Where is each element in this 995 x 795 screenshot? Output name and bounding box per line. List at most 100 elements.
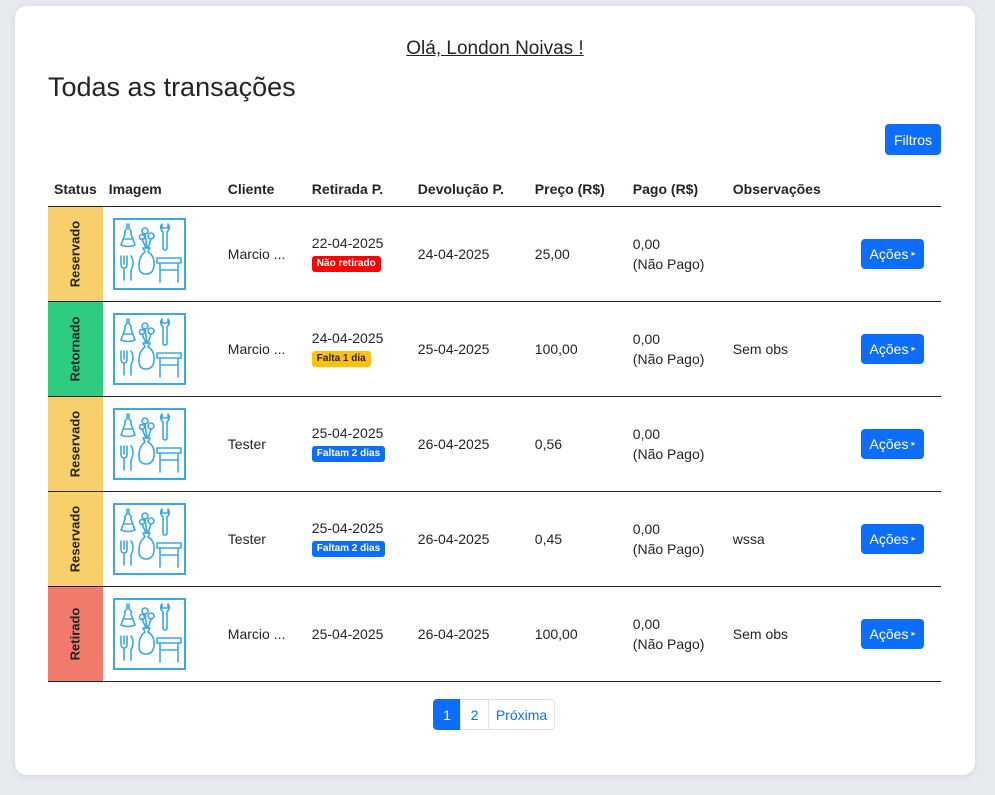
pickup-status-badge: Faltam 2 dias	[311, 541, 386, 557]
return-cell: 26-04-2025	[411, 396, 529, 492]
pickup-cell: 24-04-2025 Falta 1 dia	[305, 301, 412, 397]
table-row: Reservado Marcio ... 22-04-2025 Não retir…	[48, 206, 941, 302]
paid-amount: 0,00	[632, 520, 661, 537]
actions-button[interactable]: Ações ▸	[861, 428, 924, 459]
actions-label: Ações	[869, 435, 909, 452]
col-status: Status	[48, 173, 103, 207]
notes-cell	[726, 206, 837, 302]
status-cell: Reservado	[48, 396, 103, 492]
greeting-link[interactable]: Olá, London Noivas !	[15, 38, 975, 60]
status-cell: Retirado	[48, 586, 103, 682]
status-label: Retirado	[67, 607, 83, 660]
actions-cell: Ações ▸	[836, 491, 941, 587]
page-1-button[interactable]: 1	[433, 699, 461, 730]
return-cell: 24-04-2025	[411, 206, 529, 302]
col-price: Preço (R$)	[528, 173, 627, 207]
col-paid: Pago (R$)	[626, 173, 727, 207]
client-cell: Tester	[221, 396, 306, 492]
notes-cell: wssa	[726, 491, 837, 587]
price-cell: 100,00	[528, 586, 627, 682]
paid-amount: 0,00	[632, 425, 661, 442]
paid-status: (Não Pago)	[632, 540, 705, 557]
col-notes: Observações	[726, 173, 837, 207]
notes-cell	[726, 396, 837, 492]
col-client: Cliente	[221, 173, 306, 207]
rental-items-icon[interactable]	[113, 218, 186, 290]
pickup-date: 25-04-2025	[311, 625, 384, 642]
client-cell: Tester	[221, 491, 306, 587]
actions-label: Ações	[869, 625, 909, 642]
pickup-cell: 25-04-2025 Faltam 2 dias	[305, 491, 412, 587]
rental-items-icon[interactable]	[113, 503, 186, 575]
pickup-status-badge: Falta 1 dia	[311, 351, 371, 367]
actions-button[interactable]: Ações ▸	[861, 618, 924, 649]
pickup-date: 22-04-2025	[311, 235, 384, 251]
caret-right-icon: ▸	[911, 249, 916, 258]
pickup-cell: 25-04-2025 Faltam 2 dias	[305, 396, 412, 492]
col-return: Devolução P.	[411, 173, 529, 207]
pickup-cell: 22-04-2025 Não retirado	[305, 206, 412, 302]
paid-amount: 0,00	[632, 235, 661, 252]
paid-cell: 0,00 (Não Pago)	[626, 301, 727, 397]
status-cell: Retornado	[48, 301, 103, 397]
rental-items-icon[interactable]	[113, 408, 186, 480]
paid-amount: 0,00	[632, 615, 661, 632]
price-cell: 0,56	[528, 396, 627, 492]
actions-button[interactable]: Ações ▸	[861, 333, 924, 364]
table-row: Retornado Marcio ... 24-04-2025 Falta 1 d…	[48, 301, 941, 397]
paid-cell: 0,00 (Não Pago)	[626, 396, 727, 492]
page-2-button[interactable]: 2	[460, 699, 489, 730]
page-title: Todas as transações	[48, 72, 296, 102]
actions-label: Ações	[869, 340, 909, 357]
main-card: Olá, London Noivas ! Todas as transações…	[15, 6, 975, 775]
actions-cell: Ações ▸	[836, 586, 941, 682]
pickup-date: 25-04-2025	[311, 425, 384, 441]
notes-cell: Sem obs	[726, 301, 837, 397]
table-row: Reservado Tester 25-04-2025 Faltam 2 dias…	[48, 396, 941, 492]
caret-right-icon: ▸	[911, 534, 916, 543]
rental-items-icon[interactable]	[113, 598, 186, 670]
pagination: 1 2 Próxima	[433, 699, 555, 730]
image-cell	[102, 301, 222, 397]
return-cell: 26-04-2025	[411, 491, 529, 587]
status-cell: Reservado	[48, 206, 103, 302]
status-label: Reservado	[67, 220, 83, 287]
paid-cell: 0,00 (Não Pago)	[626, 586, 727, 682]
price-cell: 0,45	[528, 491, 627, 587]
pickup-status-badge: Não retirado	[311, 256, 381, 272]
return-cell: 26-04-2025	[411, 586, 529, 682]
actions-cell: Ações ▸	[836, 301, 941, 397]
table-header-row: Status Imagem Cliente Retirada P. Devolu…	[48, 173, 941, 207]
col-pickup: Retirada P.	[305, 173, 412, 207]
caret-right-icon: ▸	[911, 439, 916, 448]
client-cell: Marcio ...	[221, 301, 306, 397]
paid-status: (Não Pago)	[632, 445, 705, 462]
table-row: Reservado Tester 25-04-2025 Faltam 2 dias…	[48, 491, 941, 587]
image-cell	[102, 396, 222, 492]
notes-cell: Sem obs	[726, 586, 837, 682]
status-label: Retornado	[67, 316, 83, 381]
filters-button[interactable]: Filtros	[885, 124, 941, 155]
next-page-button[interactable]: Próxima	[488, 699, 555, 730]
caret-right-icon: ▸	[911, 629, 916, 638]
caret-right-icon: ▸	[911, 344, 916, 353]
price-cell: 100,00	[528, 301, 627, 397]
status-cell: Reservado	[48, 491, 103, 587]
image-cell	[102, 586, 222, 682]
paid-status: (Não Pago)	[632, 635, 705, 652]
actions-cell: Ações ▸	[836, 396, 941, 492]
paid-cell: 0,00 (Não Pago)	[626, 206, 727, 302]
actions-label: Ações	[869, 245, 909, 262]
pickup-date: 24-04-2025	[311, 330, 384, 346]
paid-amount: 0,00	[632, 330, 661, 347]
actions-label: Ações	[869, 530, 909, 547]
pickup-cell: 25-04-2025	[305, 586, 412, 682]
actions-button[interactable]: Ações ▸	[861, 523, 924, 554]
rental-items-icon[interactable]	[113, 313, 186, 385]
actions-button[interactable]: Ações ▸	[861, 238, 924, 269]
pickup-status-badge: Faltam 2 dias	[311, 446, 386, 462]
paid-cell: 0,00 (Não Pago)	[626, 491, 727, 587]
image-cell	[102, 491, 222, 587]
price-cell: 25,00	[528, 206, 627, 302]
paid-status: (Não Pago)	[632, 255, 705, 272]
